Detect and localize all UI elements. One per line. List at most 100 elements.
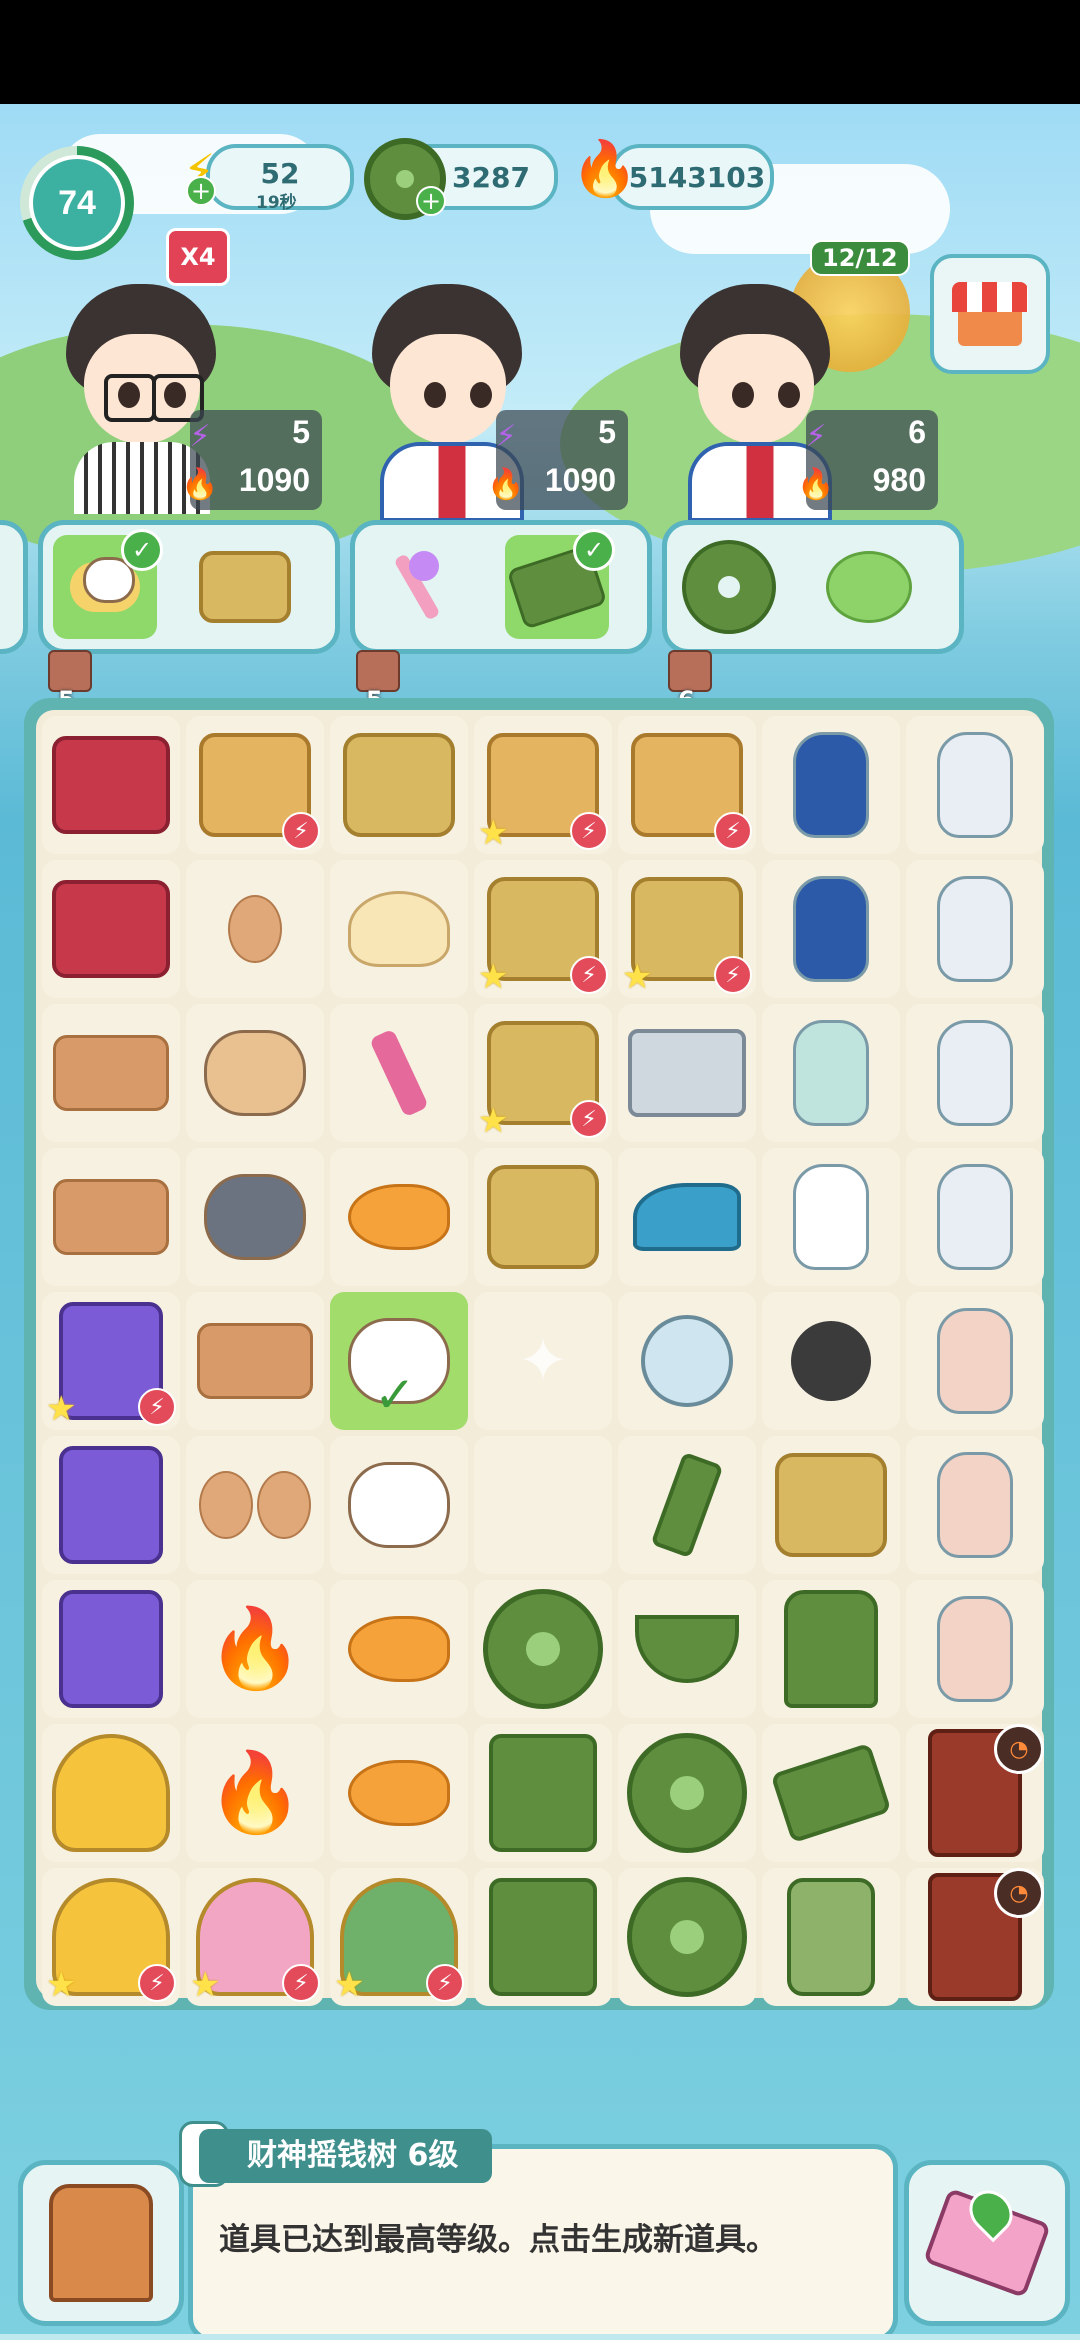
board-cell-jade-dragon-disc[interactable] [618, 1724, 756, 1862]
violin-stand-icon [59, 1590, 163, 1708]
board-cell-microwave[interactable] [618, 1004, 756, 1142]
board-cell-gold-treasure-pot[interactable] [42, 1724, 180, 1862]
small-blue-vase-icon [793, 876, 869, 982]
egg-icon [226, 895, 284, 963]
customer-1-stats: ⚡ 5 🔥 1090 [181, 410, 322, 510]
board-cell-koi-fish[interactable] [330, 1724, 468, 1862]
board-cell-steamer-buns[interactable]: ★ ⚡ [474, 1004, 612, 1142]
check-icon: ✓ [121, 529, 163, 571]
blue-flame-icon: 🔥 [797, 466, 835, 502]
shop-button[interactable] [930, 254, 1050, 374]
board-cell-porcelain-jar-ornate[interactable] [906, 860, 1044, 998]
board-cell-white-cat[interactable]: ✓ [330, 1292, 468, 1430]
board-cell-lipstick[interactable] [330, 1004, 468, 1142]
board-cell-jade-arc[interactable] [618, 1580, 756, 1718]
two-eggs-icon [197, 1471, 313, 1539]
board-cell-egg-carton-12[interactable] [42, 1004, 180, 1142]
star-icon: ★ [334, 1965, 365, 2005]
board-cell-blue-flame-large[interactable]: 🔥 [186, 1724, 324, 1862]
board-cell-landscape-bonsai[interactable]: ★ ⚡ [330, 1868, 468, 2006]
board-cell-egg-tray[interactable] [42, 1148, 180, 1286]
board-cell-frying-pan[interactable] [762, 1292, 900, 1430]
electric-guitar-icon [59, 1446, 163, 1564]
board-cell-dim-sum-tower[interactable] [474, 1148, 612, 1286]
order-panel-2[interactable]: ✓ [350, 520, 652, 654]
board-cell-wooden-loom[interactable]: ◔ [906, 1724, 1044, 1862]
order-panel-1[interactable]: ✓ [38, 520, 340, 654]
order-panel-3[interactable] [662, 520, 964, 654]
energy-value: 52 [260, 156, 300, 190]
board-cell-treasure-chest-gold[interactable]: ⚡ [186, 716, 324, 854]
board-cell-empty[interactable] [474, 1436, 612, 1574]
board-cell-two-eggs[interactable] [186, 1436, 324, 1574]
empty-sparkle-icon: ✦ [517, 1326, 569, 1396]
board-cell-lotus-bonsai[interactable]: ★ ⚡ [186, 1868, 324, 2006]
level-badge[interactable]: 74 [20, 146, 134, 260]
board-cell-blue-flame-small[interactable]: 🔥 [186, 1580, 324, 1718]
board-cell-small-cat[interactable] [330, 1436, 468, 1574]
board-cell-flower-vase[interactable] [906, 1292, 1044, 1430]
board-cell-jade-cong[interactable] [474, 1868, 612, 2006]
porcelain-jar-ornate-icon [937, 1164, 1013, 1270]
board-cell-jade-tube[interactable] [618, 1436, 756, 1574]
board-cell-flower-vase[interactable] [906, 1436, 1044, 1574]
egg-tray-icon [53, 1179, 169, 1255]
board-cell-jade-tablet[interactable] [762, 1868, 900, 2006]
board-cell-jade-dragon-disc[interactable] [474, 1580, 612, 1718]
blue-flame-icon: 🔥 [181, 466, 219, 502]
board-cell-blue-vase[interactable] [762, 716, 900, 854]
board-cell-egg[interactable] [186, 860, 324, 998]
board-cell-picnic-basket[interactable] [42, 860, 180, 998]
flower-vase-icon [937, 1308, 1013, 1414]
board-cell-gray-cat-bed[interactable] [186, 1148, 324, 1286]
board-cell-jade-dragon-disc[interactable] [618, 1868, 756, 2006]
board-cell-porcelain-jar-ornate[interactable] [906, 1004, 1044, 1142]
egg-tray-small-icon [197, 1323, 313, 1399]
board-cell-purple-wardrobe[interactable]: ★ ⚡ [42, 1292, 180, 1430]
lightning-icon: ⚡ [495, 418, 517, 454]
board-cell-calico-cat-bed[interactable] [186, 1004, 324, 1142]
board-cell-small-blue-vase[interactable] [762, 860, 900, 998]
storage-button[interactable] [18, 2160, 184, 2326]
board-cell-flower-vase[interactable] [906, 1580, 1044, 1718]
microwave-icon [628, 1029, 746, 1117]
board-cell-jade-cong[interactable] [474, 1724, 612, 1862]
star-icon: ★ [622, 957, 653, 997]
add-energy-icon[interactable]: + [186, 176, 216, 206]
vip-counter: 12/12 [810, 240, 910, 276]
board-cell-white-vase[interactable] [762, 1148, 900, 1286]
gray-cat-bed-icon [204, 1174, 306, 1260]
board-cell-jade-bell[interactable] [762, 1580, 900, 1718]
board-cell-goldfish[interactable] [330, 1580, 468, 1718]
board-cell-gift-basket-red[interactable] [42, 716, 180, 854]
add-jade-icon[interactable]: + [416, 186, 446, 216]
board-cell-money-tree[interactable]: ★ ⚡ [42, 1868, 180, 2006]
shop-icon [958, 312, 1022, 346]
board-cell-porcelain-jar-ornate[interactable] [906, 716, 1044, 854]
order-panel-offscreen [0, 520, 28, 654]
board-cell-wooden-loom[interactable]: ◔ [906, 1868, 1044, 2006]
picnic-basket-icon [52, 880, 170, 978]
timer-icon: ◔ [994, 1724, 1044, 1774]
board-cell-egg-tray-small[interactable] [186, 1292, 324, 1430]
multiplier-button[interactable]: X4 [166, 228, 230, 286]
customer-3-stats: ⚡ 6 🔥 980 [797, 410, 938, 510]
board-cell-food-stall[interactable]: ⚡ [618, 716, 756, 854]
board-cell-jade-tile[interactable] [762, 1724, 900, 1862]
board-cell-empty-sparkle[interactable]: ✦ [474, 1292, 612, 1430]
board-cell-steamer-buns[interactable]: ★ ⚡ [618, 860, 756, 998]
board-cell-fish-cake[interactable] [330, 1148, 468, 1286]
board-cell-electric-fan[interactable] [618, 1292, 756, 1430]
board-cell-bamboo-steamer[interactable] [762, 1436, 900, 1574]
board-cell-steam-iron[interactable] [618, 1148, 756, 1286]
bolt-icon: ⚡ [570, 1100, 608, 1138]
board-cell-violin-stand[interactable] [42, 1580, 180, 1718]
board-cell-celadon-vase[interactable] [762, 1004, 900, 1142]
board-cell-porcelain-jar-ornate[interactable] [906, 1148, 1044, 1286]
board-cell-steamed-bun[interactable] [330, 860, 468, 998]
board-cell-steamer-buns[interactable]: ★ ⚡ [474, 860, 612, 998]
board-cell-wok-noodles[interactable]: ★ ⚡ [474, 716, 612, 854]
map-button[interactable] [904, 2160, 1070, 2326]
board-cell-electric-guitar[interactable] [42, 1436, 180, 1574]
board-cell-bamboo-steamer-open[interactable] [330, 716, 468, 854]
